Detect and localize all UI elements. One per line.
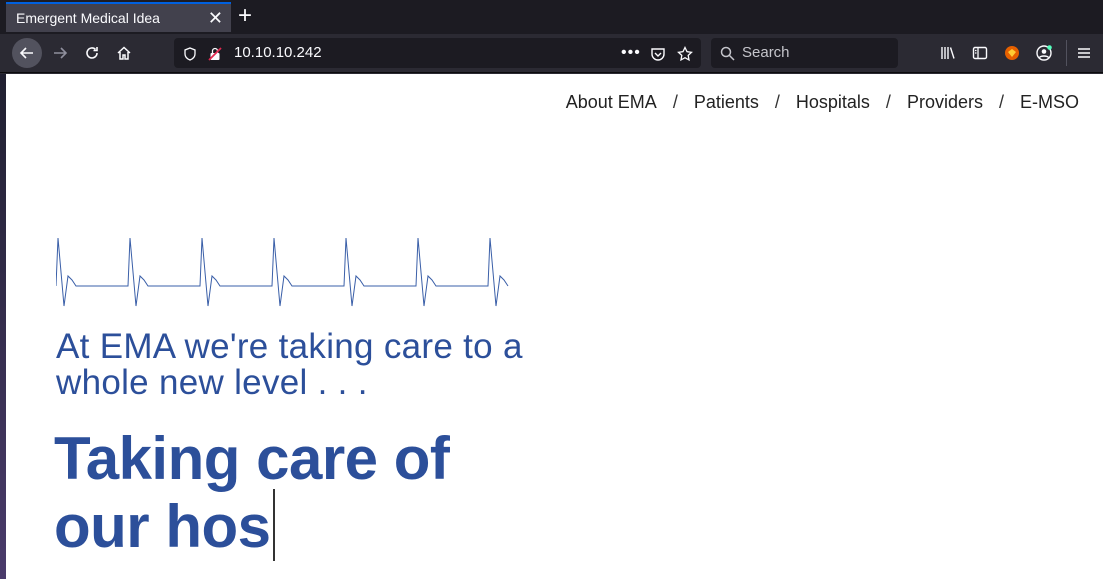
- tab-bar: Emergent Medical Idea ✕ +: [0, 0, 1103, 34]
- forward-button[interactable]: [45, 38, 75, 68]
- toolbar-separator: [1066, 40, 1067, 66]
- nav-providers[interactable]: Providers: [907, 92, 983, 113]
- hero-headline: Taking care of our hos: [54, 428, 574, 561]
- close-tab-icon[interactable]: ✕: [208, 4, 223, 32]
- hero-tagline: At EMA we're taking care to a whole new …: [56, 327, 523, 402]
- reload-icon: [86, 47, 98, 59]
- forward-arrow-icon: [54, 47, 68, 59]
- back-button[interactable]: [12, 38, 42, 68]
- web-page: About EMA / Patients / Hospitals / Providers / E…: [6, 74, 1103, 579]
- search-icon: [720, 38, 735, 68]
- page-actions-icon[interactable]: •••: [621, 38, 641, 68]
- nav-hospitals[interactable]: Hospitals: [796, 92, 870, 113]
- tab-title: Emergent Medical Idea: [16, 10, 160, 26]
- home-icon: [117, 46, 131, 60]
- browser-tab[interactable]: Emergent Medical Idea ✕: [6, 2, 231, 32]
- nav-separator: /: [885, 92, 891, 112]
- sidebar-icon[interactable]: [965, 38, 995, 68]
- url-bar[interactable]: 10.10.10.242 •••: [174, 38, 701, 68]
- extension-icon[interactable]: [997, 38, 1027, 68]
- nav-separator: /: [774, 92, 780, 112]
- nav-separator: /: [998, 92, 1004, 112]
- site-nav: About EMA / Patients / Hospitals / Providers / E…: [566, 92, 1079, 113]
- nav-separator: /: [672, 92, 678, 112]
- url-text[interactable]: 10.10.10.242: [234, 38, 322, 68]
- new-tab-button[interactable]: +: [238, 3, 252, 29]
- bookmark-star-icon[interactable]: [677, 38, 693, 68]
- tracking-shield-icon[interactable]: [183, 38, 197, 68]
- search-bar[interactable]: Search: [711, 38, 898, 68]
- home-button[interactable]: [109, 38, 139, 68]
- navigation-toolbar: 10.10.10.242 ••• Search: [0, 34, 1103, 73]
- search-placeholder: Search: [742, 44, 790, 61]
- nav-about-ema[interactable]: About EMA: [566, 92, 657, 113]
- typing-caret: [272, 489, 275, 561]
- nav-patients[interactable]: Patients: [694, 92, 759, 113]
- back-arrow-icon: [19, 47, 33, 59]
- hamburger-menu-icon[interactable]: [1069, 38, 1099, 68]
- heartbeat-line-graphic: [56, 237, 509, 307]
- reload-button[interactable]: [77, 38, 107, 68]
- library-icon[interactable]: [933, 38, 963, 68]
- headline-line-1: Taking care of: [54, 425, 450, 492]
- headline-line-2: our hos: [54, 493, 271, 560]
- insecure-lock-icon[interactable]: [208, 38, 222, 68]
- pocket-icon[interactable]: [650, 38, 666, 68]
- account-icon[interactable]: [1029, 38, 1059, 68]
- nav-e-mso[interactable]: E-MSO: [1020, 92, 1079, 113]
